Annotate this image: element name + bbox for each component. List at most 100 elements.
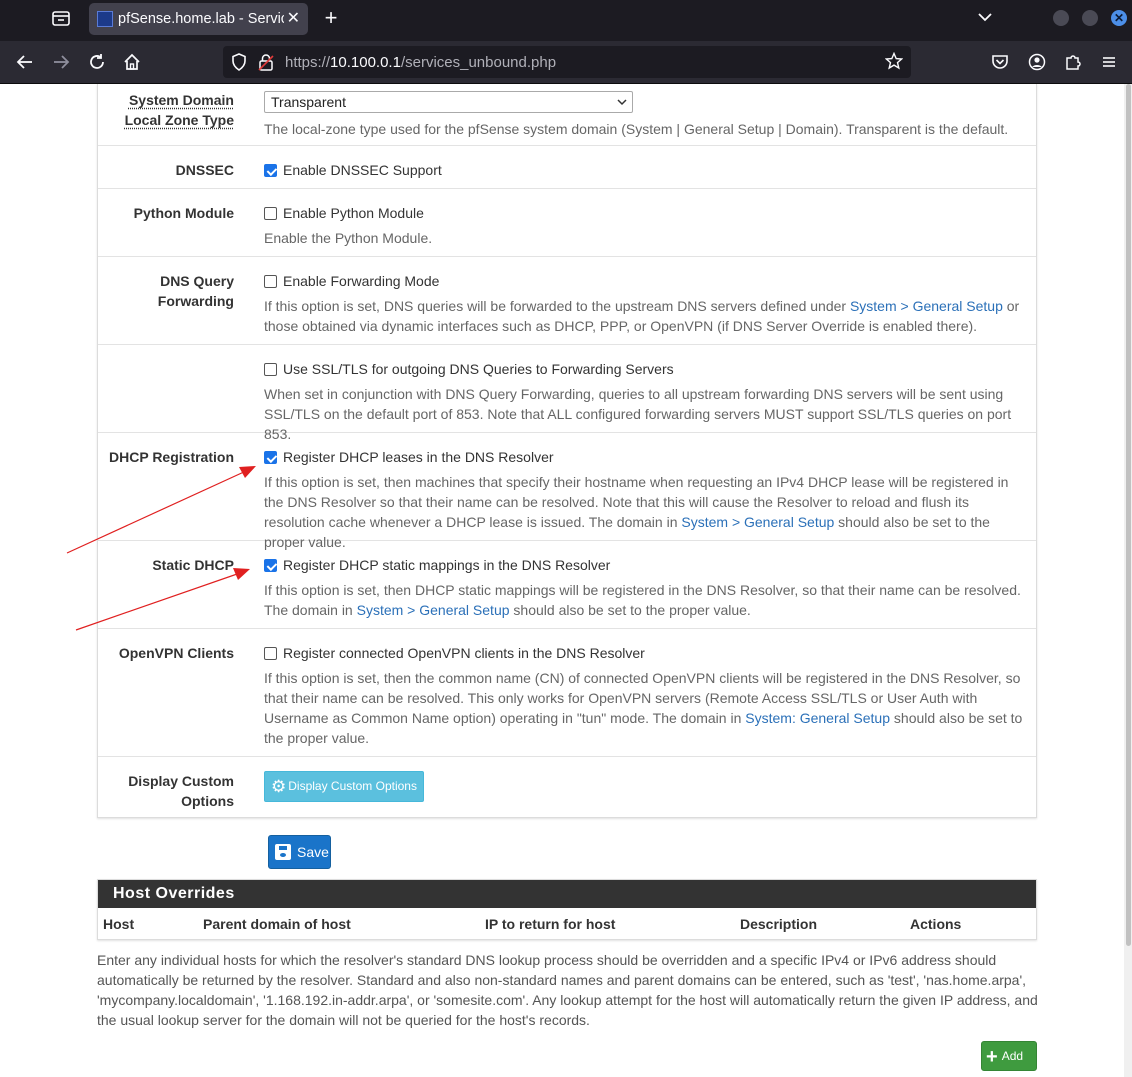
tab-close-icon[interactable]: ✕ [287, 8, 300, 28]
column-header-actions: Actions [910, 916, 962, 932]
pfsense-favicon-icon [97, 11, 113, 27]
row-local-zone-type: System Domain Local Zone Type Transparen… [98, 84, 1036, 146]
scrollbar-thumb[interactable] [1126, 84, 1131, 946]
static-dhcp-help: If this option is set, then DHCP static … [264, 582, 1021, 618]
static-dhcp-checkbox[interactable] [264, 559, 277, 572]
browser-tab-active[interactable]: pfSense.home.lab - Servic ✕ [89, 3, 308, 35]
window-minimize-button[interactable] [1053, 10, 1069, 26]
row-dns-query-forwarding: DNS Query Forwarding Enable Forwarding M… [98, 257, 1036, 345]
account-button[interactable] [1026, 51, 1048, 73]
row-openvpn-clients: OpenVPN Clients Register connected OpenV… [98, 629, 1036, 757]
static-dhcp-checkbox-row[interactable]: Register DHCP static mappings in the DNS… [264, 557, 610, 573]
window-maximize-button[interactable] [1082, 10, 1098, 26]
tab-title: pfSense.home.lab - Servic [118, 11, 284, 27]
general-setup-link[interactable]: System: General Setup [745, 710, 890, 726]
forwarding-mode-checkbox-row[interactable]: Enable Forwarding Mode [264, 273, 439, 289]
dns-query-forwarding-field: Enable Forwarding Mode If this option is… [264, 271, 1030, 336]
extensions-button[interactable] [1062, 51, 1084, 73]
url-text[interactable]: https://10.100.0.1/services_unbound.php [285, 54, 556, 71]
local-zone-type-help: The local-zone type used for the pfSense… [264, 121, 1009, 137]
dns-query-forwarding-label: DNS Query Forwarding [157, 273, 234, 309]
static-dhcp-label: Static DHCP [152, 557, 234, 573]
page-content: System Domain Local Zone Type Transparen… [0, 84, 1132, 1077]
column-header-ip: IP to return for host [485, 916, 616, 932]
insecure-lock-icon[interactable] [258, 53, 274, 76]
dhcp-registration-checkbox[interactable] [264, 451, 277, 464]
ssl-tls-checkbox[interactable] [264, 363, 277, 376]
arrow-right-icon [54, 55, 70, 69]
column-header-description: Description [740, 916, 818, 932]
tracking-protection-shield-icon[interactable] [231, 53, 247, 76]
ssl-tls-checkbox-row[interactable]: Use SSL/TLS for outgoing DNS Queries to … [264, 361, 674, 377]
python-module-checkbox[interactable] [264, 207, 277, 220]
general-setup-link[interactable]: System > General Setup [850, 298, 1003, 314]
new-tab-button[interactable]: + [320, 5, 342, 31]
browser-nav-toolbar: https://10.100.0.1/services_unbound.php [0, 41, 1132, 84]
row-dnssec: DNSSEC Enable DNSSEC Support [98, 146, 1036, 189]
back-button[interactable] [14, 51, 36, 73]
chevron-down-icon [978, 13, 992, 22]
window-close-button[interactable]: ✕ [1111, 10, 1127, 26]
dhcp-registration-checkbox-row[interactable]: Register DHCP leases in the DNS Resolver [264, 449, 554, 465]
general-setup-link[interactable]: System > General Setup [357, 602, 510, 618]
dhcp-registration-field: Register DHCP leases in the DNS Resolver… [264, 447, 1030, 552]
column-header-host: Host [103, 916, 135, 932]
host-overrides-description: Enter any individual hosts for which the… [97, 952, 1038, 1028]
python-module-checkbox-row[interactable]: Enable Python Module [264, 205, 424, 221]
url-bar[interactable]: https://10.100.0.1/services_unbound.php [223, 46, 911, 78]
pocket-icon [992, 55, 1008, 69]
row-ssl-tls-forwarding: Use SSL/TLS for outgoing DNS Queries to … [98, 345, 1036, 442]
forward-button[interactable] [50, 51, 72, 73]
list-all-tabs-button[interactable] [976, 8, 994, 31]
hamburger-menu-icon [1103, 57, 1115, 67]
plus-icon: + [986, 1046, 998, 1068]
dnssec-checkbox[interactable] [264, 164, 277, 177]
bookmark-star-icon[interactable] [884, 51, 904, 75]
home-button[interactable] [121, 51, 143, 73]
row-static-dhcp: Static DHCP Register DHCP static mapping… [98, 541, 1036, 629]
browser-tab-strip: pfSense.home.lab - Servic ✕ + ✕ [0, 0, 1132, 41]
reload-button[interactable] [86, 51, 108, 73]
forwarding-help: If this option is set, DNS queries will … [264, 298, 1020, 334]
forwarding-mode-checkbox[interactable] [264, 275, 277, 288]
firefox-view-icon [52, 11, 70, 26]
openvpn-clients-checkbox[interactable] [264, 647, 277, 660]
home-icon [124, 53, 140, 70]
row-dhcp-registration: DHCP Registration Register DHCP leases i… [98, 433, 1036, 550]
local-zone-type-label: System Domain Local Zone Type [124, 92, 234, 128]
pocket-button[interactable] [989, 51, 1011, 73]
python-module-help: Enable the Python Module. [264, 230, 433, 246]
general-setup-link[interactable]: System > General Setup [681, 514, 834, 530]
host-overrides-panel: Host Overrides Host Parent domain of hos… [97, 879, 1037, 940]
firefox-view-button[interactable] [50, 8, 74, 30]
host-overrides-heading: Host Overrides [98, 880, 1036, 908]
python-module-field: Enable Python Module Enable the Python M… [264, 203, 1030, 248]
dhcp-registration-label: DHCP Registration [109, 449, 234, 465]
display-custom-options-button[interactable]: ⚙ Display Custom Options [264, 771, 424, 802]
page-scrollbar[interactable] [1124, 84, 1132, 1077]
arrow-left-icon [16, 55, 32, 69]
ssl-tls-field: Use SSL/TLS for outgoing DNS Queries to … [264, 359, 1030, 444]
puzzle-icon [1066, 55, 1081, 70]
gear-icon: ⚙ [271, 777, 287, 796]
add-host-override-button[interactable]: + Add [981, 1041, 1037, 1071]
openvpn-clients-help: If this option is set, then the common n… [264, 670, 1023, 746]
static-dhcp-field: Register DHCP static mappings in the DNS… [264, 555, 1030, 620]
column-header-parent-domain: Parent domain of host [203, 916, 351, 932]
host-overrides-table-header: Host Parent domain of host IP to return … [98, 908, 1036, 939]
save-button[interactable]: Save [268, 835, 331, 869]
reload-icon [90, 54, 104, 69]
display-custom-options-field: ⚙ Display Custom Options [264, 771, 1030, 802]
app-menu-button[interactable] [1098, 51, 1120, 73]
dnssec-checkbox-row[interactable]: Enable DNSSEC Support [264, 162, 442, 178]
local-zone-type-select[interactable]: Transparent [264, 91, 633, 113]
dnssec-label: DNSSEC [175, 162, 234, 178]
general-settings-panel: System Domain Local Zone Type Transparen… [97, 84, 1037, 818]
row-python-module: Python Module Enable Python Module Enabl… [98, 189, 1036, 257]
openvpn-clients-checkbox-row[interactable]: Register connected OpenVPN clients in th… [264, 645, 645, 661]
account-icon [1028, 53, 1046, 71]
openvpn-clients-field: Register connected OpenVPN clients in th… [264, 643, 1030, 748]
dhcp-registration-help: If this option is set, then machines tha… [264, 474, 1009, 550]
dnssec-field: Enable DNSSEC Support [264, 160, 1030, 180]
display-custom-options-label: Display Custom Options [128, 773, 234, 809]
